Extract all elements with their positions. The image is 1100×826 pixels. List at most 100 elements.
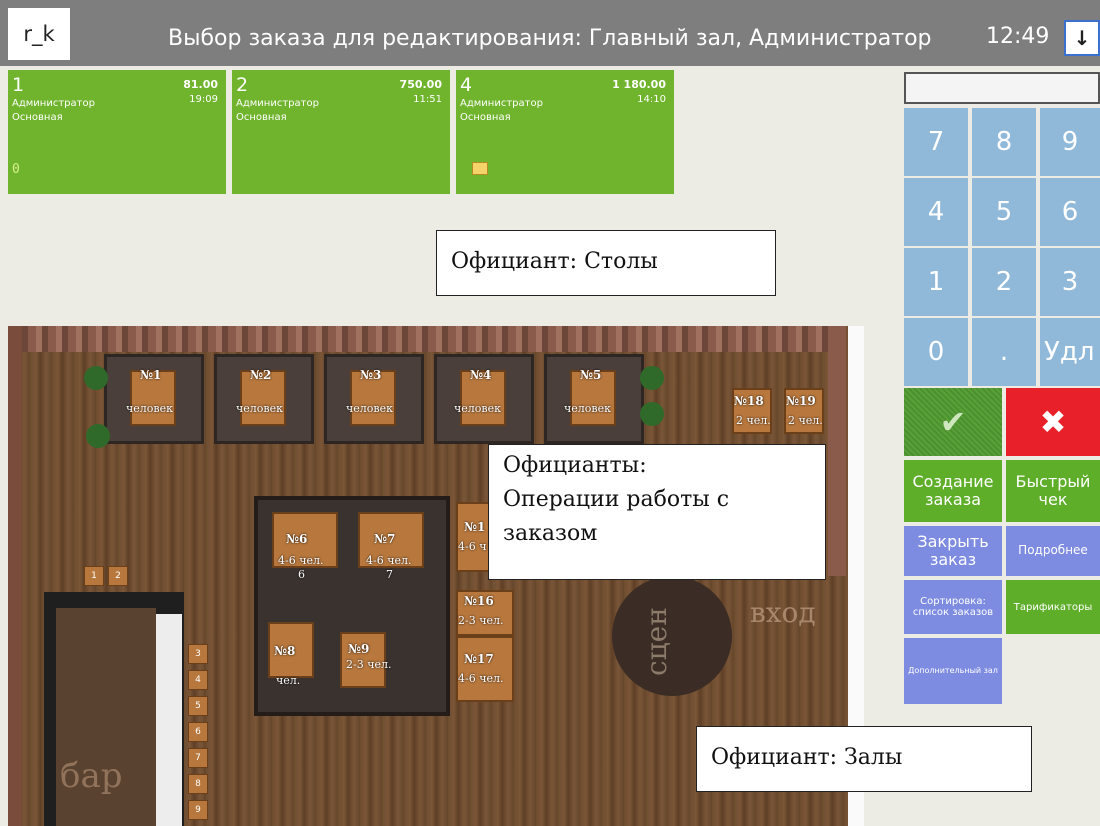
app-logo: r_k	[8, 8, 70, 60]
key-7[interactable]: 7	[904, 108, 968, 176]
note-operations-line: заказом	[503, 521, 598, 546]
bar-seat[interactable]: 6	[188, 722, 208, 742]
plant	[640, 366, 664, 390]
sorting-button[interactable]: Сортировка: список заказов	[904, 580, 1002, 634]
order-user: Администратор	[460, 98, 543, 109]
bar-seat[interactable]: 7	[188, 748, 208, 768]
order-card-2[interactable]: 2 750.00 11:51 Администратор Основная	[232, 70, 450, 194]
top-bar: r_k Выбор заказа для редактирования: Гла…	[0, 0, 1100, 66]
table-capacity: человек	[236, 402, 283, 415]
table-number: №9	[348, 642, 370, 656]
table-capacity: 4-6 чел.	[366, 554, 412, 567]
bar-label: бар	[60, 756, 123, 796]
note-halls: Официант: Залы	[696, 726, 1032, 792]
table-number: №17	[464, 652, 494, 666]
order-hall: Основная	[236, 112, 287, 123]
key-2[interactable]: 2	[972, 248, 1036, 316]
table-number: №4	[470, 368, 492, 382]
entrance-label: вход	[750, 596, 816, 629]
details-button[interactable]: Подробнее	[1006, 526, 1100, 576]
table-number: №8	[274, 644, 296, 658]
order-card-4[interactable]: 4 1 180.00 14:10 Администратор Основная	[456, 70, 674, 194]
plant	[640, 402, 664, 426]
table-capacity: человек	[564, 402, 611, 415]
order-user: Администратор	[12, 98, 95, 109]
wall	[8, 326, 838, 352]
table-capacity: 2 чел.	[736, 414, 771, 427]
table-number: №2	[250, 368, 272, 382]
order-time: 19:09	[189, 94, 218, 105]
order-time: 14:10	[637, 94, 666, 105]
plant	[84, 366, 108, 390]
order-sum: 750.00	[399, 78, 442, 91]
order-number: 1	[12, 74, 25, 96]
order-time: 11:51	[413, 94, 442, 105]
wall	[8, 326, 22, 826]
confirm-button[interactable]: ✔	[904, 388, 1002, 456]
table-number: №6	[286, 532, 308, 546]
table-number: №1	[140, 368, 162, 382]
bar-top	[156, 614, 182, 826]
note-tables-text: Официант: Столы	[451, 249, 658, 274]
note-operations-line: Официанты:	[503, 453, 647, 478]
bar-seat[interactable]: 5	[188, 696, 208, 716]
table-number: №5	[580, 368, 602, 382]
key-1[interactable]: 1	[904, 248, 968, 316]
table-capacity: человек	[454, 402, 501, 415]
create-order-button[interactable]: Создание заказа	[904, 460, 1002, 522]
close-icon: ✖	[1039, 403, 1067, 441]
tariffs-button[interactable]: Тарификаторы	[1006, 580, 1100, 634]
key-dot[interactable]: .	[972, 318, 1036, 386]
checkmark-icon: ✔	[939, 403, 967, 441]
order-number: 4	[460, 74, 473, 96]
key-9[interactable]: 9	[1040, 108, 1100, 176]
table-capacity: 4-6 чел.	[458, 672, 504, 685]
order-number: 2	[236, 74, 249, 96]
order-card-1[interactable]: 1 81.00 19:09 Администратор Основная 0	[8, 70, 226, 194]
key-5[interactable]: 5	[972, 178, 1036, 246]
table-capacity: чел.	[276, 674, 301, 687]
seat-number: 7	[386, 568, 393, 581]
table-number: №1	[464, 520, 486, 534]
key-delete[interactable]: Удл	[1040, 318, 1100, 386]
wall	[828, 326, 846, 576]
key-8[interactable]: 8	[972, 108, 1036, 176]
bar-seat[interactable]: 9	[188, 800, 208, 820]
seat-number: 6	[298, 568, 305, 581]
bar-seat[interactable]: 2	[108, 566, 128, 586]
table-number: №7	[374, 532, 396, 546]
note-operations-line: Операции работы с	[503, 487, 730, 512]
clock: 12:49	[986, 24, 1050, 49]
table-number: №3	[360, 368, 382, 382]
bar-seat[interactable]: 1	[84, 566, 104, 586]
key-0[interactable]: 0	[904, 318, 968, 386]
quick-check-button[interactable]: Быстрый чек	[1006, 460, 1100, 522]
extra-hall-button[interactable]: Дополнительный зал	[904, 638, 1002, 704]
table-capacity: 4-6 ч	[458, 540, 487, 553]
folder-icon	[472, 162, 488, 175]
table-17[interactable]	[456, 636, 514, 702]
key-3[interactable]: 3	[1040, 248, 1100, 316]
note-operations: Официанты: Операции работы с заказом	[488, 444, 826, 580]
order-hall: Основная	[12, 112, 63, 123]
table-number: №16	[464, 594, 494, 608]
download-arrow-button[interactable]: ↓	[1064, 20, 1100, 56]
note-tables: Официант: Столы	[436, 230, 776, 296]
numpad-display[interactable]	[904, 72, 1100, 104]
table-number: №18	[734, 394, 764, 408]
order-counter: 0	[12, 162, 20, 177]
stage-label: сцен	[640, 607, 673, 676]
bar-seat[interactable]: 8	[188, 774, 208, 794]
bar-seat[interactable]: 4	[188, 670, 208, 690]
key-6[interactable]: 6	[1040, 178, 1100, 246]
key-4[interactable]: 4	[904, 178, 968, 246]
table-capacity: 2 чел.	[788, 414, 823, 427]
cancel-button[interactable]: ✖	[1006, 388, 1100, 456]
order-hall: Основная	[460, 112, 511, 123]
table-capacity: человек	[126, 402, 173, 415]
table-number: №19	[786, 394, 816, 408]
close-order-button[interactable]: Закрыть заказ	[904, 526, 1002, 576]
arrow-down-icon: ↓	[1073, 26, 1091, 50]
table-capacity: 2-3 чел.	[458, 614, 504, 627]
bar-seat[interactable]: 3	[188, 644, 208, 664]
